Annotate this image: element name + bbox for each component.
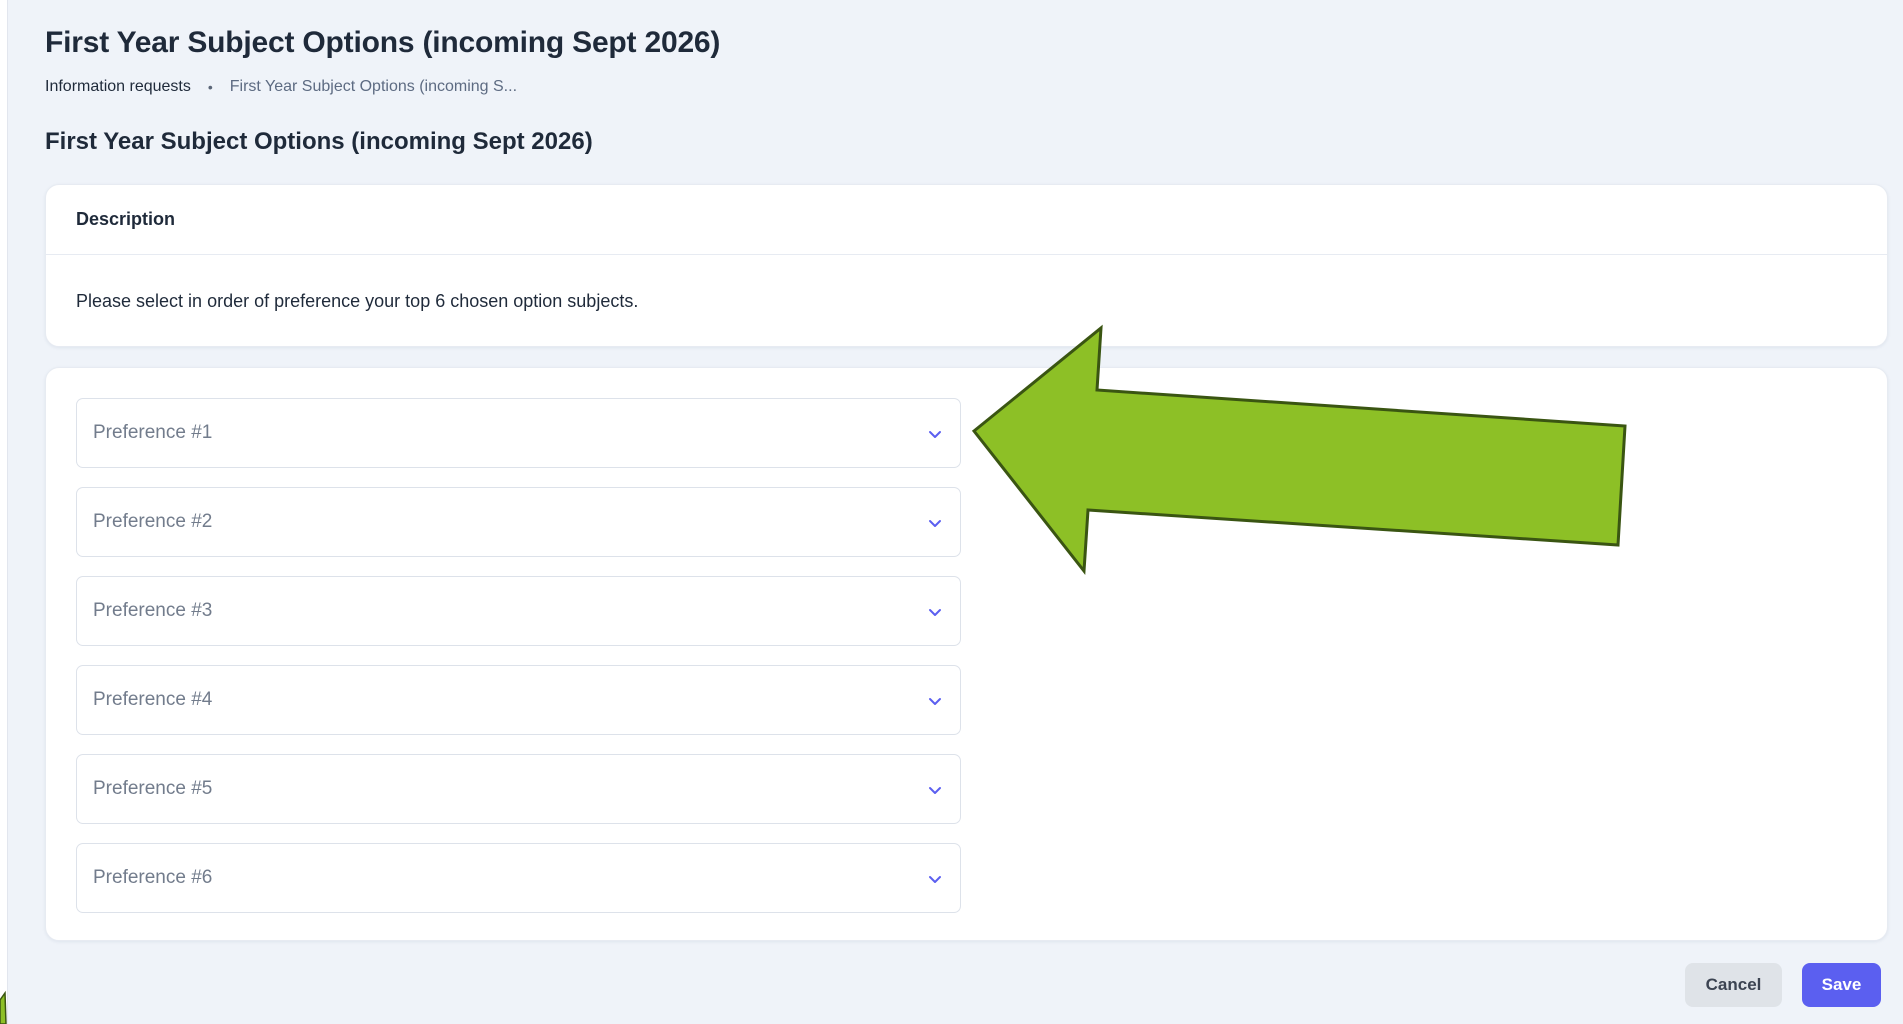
section-title: First Year Subject Options (incoming Sep… — [45, 128, 593, 155]
breadcrumb-link-information-requests[interactable]: Information requests — [45, 78, 191, 96]
cancel-button[interactable]: Cancel — [1685, 963, 1782, 1007]
breadcrumb: Information requests • First Year Subjec… — [45, 78, 517, 96]
chevron-down-icon — [929, 698, 941, 705]
preference-select-placeholder: Preference #2 — [93, 511, 213, 532]
preference-select-3[interactable]: Preference #3 — [76, 576, 961, 646]
page-title: First Year Subject Options (incoming Sep… — [45, 26, 721, 59]
chevron-down-icon — [929, 876, 941, 883]
preference-select-4[interactable]: Preference #4 — [76, 665, 961, 735]
description-card: Description Please select in order of pr… — [45, 184, 1888, 347]
breadcrumb-current: First Year Subject Options (incoming S..… — [229, 78, 518, 95]
chevron-down-icon — [929, 520, 941, 527]
chevron-down-icon — [929, 609, 941, 616]
description-text: Please select in order of preference you… — [76, 290, 639, 311]
annotation-arrow-fragment — [0, 990, 7, 1024]
preference-select-placeholder: Preference #5 — [93, 778, 213, 799]
chevron-down-icon — [929, 431, 941, 438]
save-button[interactable]: Save — [1802, 963, 1881, 1007]
preference-select-1[interactable]: Preference #1 — [76, 398, 961, 468]
preference-select-5[interactable]: Preference #5 — [76, 754, 961, 824]
chevron-down-icon — [929, 787, 941, 794]
preference-select-2[interactable]: Preference #2 — [76, 487, 961, 557]
breadcrumb-separator: • — [207, 79, 213, 95]
preferences-card: Preference #1 Preference #2 Preference #… — [45, 367, 1888, 941]
page-container: First Year Subject Options (incoming Sep… — [7, 0, 1903, 1024]
preference-select-6[interactable]: Preference #6 — [76, 843, 961, 913]
preference-select-placeholder: Preference #6 — [93, 867, 213, 888]
description-header: Description — [46, 185, 1887, 255]
preference-select-placeholder: Preference #1 — [93, 422, 213, 443]
preference-select-placeholder: Preference #4 — [93, 689, 213, 710]
preference-select-placeholder: Preference #3 — [93, 600, 213, 621]
